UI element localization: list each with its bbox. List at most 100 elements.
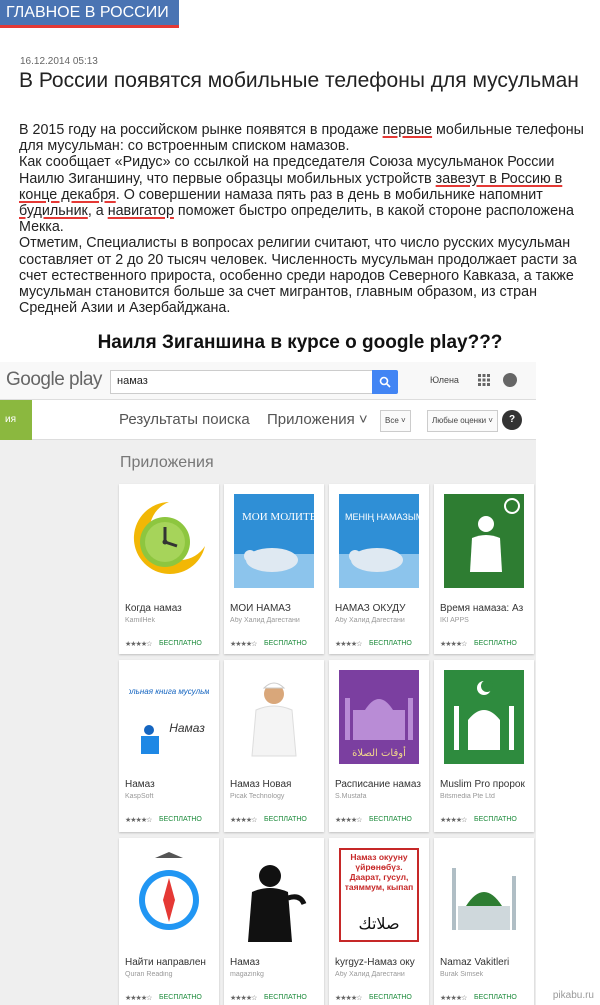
app-card[interactable]: Muslim Pro пророк Bitsmedia Pte Ltd ★★★★…	[434, 660, 534, 832]
app-card[interactable]: Намаз magazinkg ★★★★☆ БЕСПЛАТНО	[224, 838, 324, 1005]
app-card[interactable]: Namaz Vakitleri Burak Simsek ★★★★☆ БЕСПЛ…	[434, 838, 534, 1005]
article-headline: В России появятся мобильные телефоны для…	[19, 69, 579, 92]
app-title[interactable]: МОИ НАМАЗ	[230, 603, 322, 614]
app-title[interactable]: Namaz Vakitleri	[440, 957, 532, 968]
app-developer[interactable]: KamilHek	[125, 617, 217, 624]
article-paragraph-2: Как сообщает «Ридус» со ссылкой на предс…	[19, 154, 574, 236]
article-body: В 2015 году на российском рынке появятся…	[19, 122, 587, 316]
play-topbar: Google play намаз Юлена	[0, 362, 536, 400]
app-developer[interactable]: IKI APPS	[440, 617, 532, 624]
app-price: БЕСПЛАТНО	[264, 816, 307, 823]
rating-stars: ★★★★☆	[440, 641, 467, 648]
app-title[interactable]: Найти направлен	[125, 957, 217, 968]
kyrgyz-namaz-art: Намаз окууну үйрөнөбүз. Даарат, гусул, т…	[339, 848, 419, 942]
praying-man-icon: МЕНІҢ НАМАЗЫМ	[339, 494, 419, 588]
sidebar-tab[interactable]: ия	[0, 400, 32, 440]
compass-icon	[129, 848, 209, 942]
avatar[interactable]	[503, 373, 517, 387]
search-button[interactable]	[372, 370, 398, 394]
green-dome-mosque-icon	[444, 848, 524, 942]
app-price: БЕСПЛАТНО	[369, 640, 412, 647]
praying-boy-icon	[234, 670, 314, 764]
app-price: БЕСПЛАТНО	[474, 640, 517, 647]
rating-stars: ★★★★☆	[125, 995, 152, 1002]
section-tab[interactable]: ГЛАВНОЕ В РОССИИ	[0, 0, 179, 28]
filter-rating[interactable]: Любые оценки ˅	[427, 410, 498, 432]
app-price: БЕСПЛАТНО	[474, 816, 517, 823]
svg-text:Намаз: Намаз	[169, 721, 205, 735]
app-price: БЕСПЛАТНО	[159, 994, 202, 1001]
app-developer[interactable]: Абу Халид Дагестани	[335, 971, 427, 978]
rating-stars: ★★★★☆	[125, 817, 152, 824]
app-card[interactable]: Когда намаз KamilHek ★★★★☆ БЕСПЛАТНО	[119, 484, 219, 654]
meme-caption: Наиля Зиганшина в курсе о google play???	[97, 332, 503, 353]
article-paragraph-3: Отметим, Специалисты в вопросах религии …	[19, 235, 577, 317]
praying-silhouette-icon	[234, 848, 314, 942]
app-title[interactable]: kyrgyz-Намаз оку	[335, 957, 427, 968]
app-price: БЕСПЛАТНО	[369, 816, 412, 823]
section-title: Приложения	[120, 454, 214, 471]
app-title[interactable]: Намаз	[230, 957, 322, 968]
app-title[interactable]: Когда намаз	[125, 603, 217, 614]
app-developer[interactable]: Quran Reading	[125, 971, 217, 978]
art-arabic-text: صلاتك	[358, 914, 400, 933]
user-name[interactable]: Юлена	[430, 375, 459, 385]
play-subnav: Результаты поиска Приложения ˅ Все ˅ Люб…	[32, 400, 536, 440]
article-paragraph-1: В 2015 году на российском рынке появятся…	[19, 122, 584, 155]
app-developer[interactable]: Абу Халид Дагестани	[335, 617, 427, 624]
app-title[interactable]: Намаз	[125, 779, 217, 790]
app-developer[interactable]: S.Mustafa	[335, 793, 427, 800]
app-price: БЕСПЛАТНО	[264, 640, 307, 647]
app-developer[interactable]: KaspSoft	[125, 793, 217, 800]
app-card[interactable]: Время намаза: Аз IKI APPS ★★★★☆ БЕСПЛАТН…	[434, 484, 534, 654]
app-title[interactable]: Время намаза: Аз	[440, 603, 532, 614]
app-developer[interactable]: Burak Simsek	[440, 971, 532, 978]
rating-stars: ★★★★☆	[230, 995, 257, 1002]
filter-all[interactable]: Все ˅	[380, 410, 411, 432]
app-price: БЕСПЛАТНО	[264, 994, 307, 1001]
app-price: БЕСПЛАТНО	[369, 994, 412, 1001]
app-price: БЕСПЛАТНО	[474, 994, 517, 1001]
mosque-crescent-icon	[444, 670, 524, 764]
app-card[interactable]: Намаз окууну үйрөнөбүз. Даарат, гусул, т…	[329, 838, 429, 1005]
rating-stars: ★★★★☆	[440, 995, 467, 1002]
app-card[interactable]: Намаз Новая Picak Technology ★★★★☆ БЕСПЛ…	[224, 660, 324, 832]
app-card[interactable]: Найти направлен Quran Reading ★★★★☆ БЕСП…	[119, 838, 219, 1005]
app-developer[interactable]: Абу Халид Дагестани	[230, 617, 322, 624]
help-icon[interactable]: ?	[502, 410, 522, 430]
rating-stars: ★★★★☆	[230, 641, 257, 648]
rating-stars: ★★★★☆	[335, 817, 362, 824]
clock-moon-icon	[129, 494, 209, 588]
app-title[interactable]: Намаз Новая	[230, 779, 322, 790]
app-title[interactable]: Расписание намаз	[335, 779, 427, 790]
app-title[interactable]: НАМАЗ ОКУДУ	[335, 603, 427, 614]
app-developer[interactable]: magazinkg	[230, 971, 322, 978]
google-play-logo[interactable]: Google play	[6, 369, 102, 391]
app-card[interactable]: Настольная книга мусульманина Намаз Нама…	[119, 660, 219, 832]
rating-stars: ★★★★☆	[230, 817, 257, 824]
underlined-text: будильник	[19, 203, 88, 220]
app-card[interactable]: أوقات الصلاة Расписание намаз S.Mustafa …	[329, 660, 429, 832]
praying-man-icon: МОИ МОЛИТВА	[234, 494, 314, 588]
rating-stars: ★★★★☆	[125, 641, 152, 648]
app-card[interactable]: МОИ МОЛИТВА МОИ НАМАЗ Абу Халид Дагестан…	[224, 484, 324, 654]
rating-stars: ★★★★☆	[335, 995, 362, 1002]
apps-grid-icon[interactable]	[478, 374, 490, 386]
app-developer[interactable]: Picak Technology	[230, 793, 322, 800]
app-card[interactable]: МЕНІҢ НАМАЗЫМ НАМАЗ ОКУДУ Абу Халид Даге…	[329, 484, 429, 654]
tab-apps-dropdown[interactable]: Приложения ˅	[267, 411, 368, 428]
svg-text:Настольная книга мусульманина: Настольная книга мусульманина	[129, 687, 209, 696]
mosque-icon: أوقات الصلاة	[339, 670, 419, 764]
article-date: 16.12.2014 05:13	[20, 56, 98, 67]
svg-text:МЕНІҢ НАМАЗЫМ: МЕНІҢ НАМАЗЫМ	[345, 512, 419, 522]
search-input[interactable]: намаз	[110, 370, 374, 394]
app-price: БЕСПЛАТНО	[159, 640, 202, 647]
search-icon	[379, 376, 391, 388]
svg-text:МОИ МОЛИТВА: МОИ МОЛИТВА	[242, 511, 314, 523]
book-icon: Настольная книга мусульманина Намаз	[129, 670, 209, 764]
app-developer[interactable]: Bitsmedia Pte Ltd	[440, 793, 532, 800]
app-price: БЕСПЛАТНО	[159, 816, 202, 823]
prayer-time-icon	[444, 494, 524, 588]
app-title[interactable]: Muslim Pro пророк	[440, 779, 532, 790]
underlined-text: первые	[382, 122, 433, 138]
